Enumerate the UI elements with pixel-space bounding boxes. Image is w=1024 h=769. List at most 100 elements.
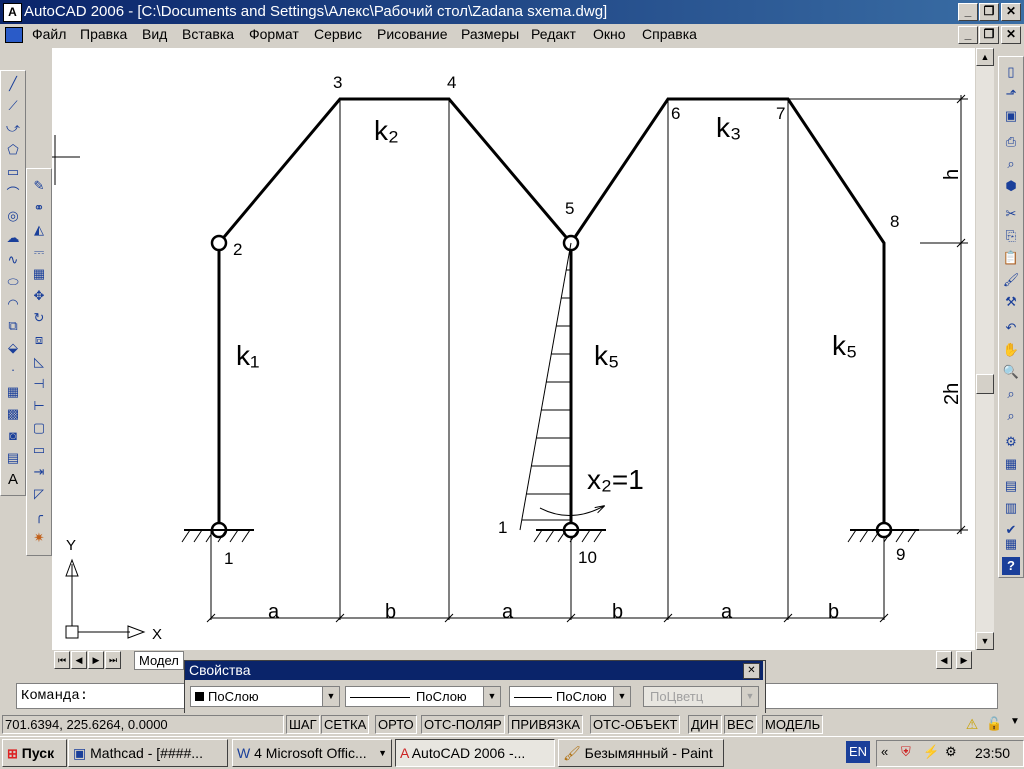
line-icon[interactable]: ╱ xyxy=(4,75,22,93)
calculator-icon[interactable]: ▦ xyxy=(1002,535,1020,553)
task-office[interactable]: W 4 Microsoft Offic... ▼ xyxy=(232,739,392,767)
block-editor-icon[interactable]: ⚒ xyxy=(1002,293,1020,311)
grid-toggle[interactable]: СЕТКА xyxy=(321,715,370,734)
hatch-icon[interactable]: ▦ xyxy=(4,383,22,401)
tab-model[interactable]: Модел xyxy=(134,651,184,670)
lineweight-select[interactable]: ПоСлою ▼ xyxy=(509,686,631,707)
linetype-dropdown-arrow[interactable]: ▼ xyxy=(483,687,500,706)
task-autocad[interactable]: A AutoCAD 2006 -... xyxy=(395,739,555,767)
snap-toggle[interactable]: ШАГ xyxy=(286,715,320,734)
plotstyle-dropdown-arrow[interactable]: ▼ xyxy=(741,687,758,706)
minimize-button[interactable]: _ xyxy=(958,3,978,21)
menu-tools[interactable]: Сервис xyxy=(314,26,362,42)
close-button[interactable]: ✕ xyxy=(1001,3,1021,21)
otrack-toggle[interactable]: ОТС-ОБЪЕКТ xyxy=(590,715,681,734)
autocad-app-icon[interactable]: A xyxy=(3,3,22,22)
mirror-icon[interactable]: ◭ xyxy=(30,221,48,239)
lock-icon[interactable]: 🔓 xyxy=(986,716,1002,732)
spline-icon[interactable]: ∿ xyxy=(4,251,22,269)
rectangle-icon[interactable]: ▭ xyxy=(4,163,22,181)
cut-icon[interactable]: ✂ xyxy=(1002,205,1020,223)
fillet-icon[interactable]: ╭ xyxy=(30,507,48,525)
scroll-up-button[interactable]: ▲ xyxy=(976,48,994,66)
trim-icon[interactable]: ⊣ xyxy=(30,375,48,393)
clock[interactable]: 23:50 xyxy=(975,745,1010,761)
publish-icon[interactable]: ⬢ xyxy=(1002,177,1020,195)
menu-modify[interactable]: Редакт xyxy=(531,26,576,42)
join-icon[interactable]: ⇥ xyxy=(30,463,48,481)
document-icon[interactable] xyxy=(5,27,23,43)
open-icon[interactable]: ⬏ xyxy=(1002,85,1020,103)
doc-restore-button[interactable]: ❐ xyxy=(979,26,999,44)
erase-icon[interactable]: ✎ xyxy=(30,177,48,195)
network-icon[interactable]: ⚡ xyxy=(923,744,939,760)
copy-icon[interactable]: ⚭ xyxy=(30,199,48,217)
menu-view[interactable]: Вид xyxy=(142,26,167,42)
explode-icon[interactable]: ✷ xyxy=(30,529,48,547)
paste-icon[interactable]: 📋 xyxy=(1002,249,1020,267)
start-button[interactable]: ⊞ Пуск xyxy=(2,739,67,767)
vertical-scrollbar[interactable]: ▲ ▼ xyxy=(976,48,994,650)
menu-draw[interactable]: Рисование xyxy=(377,26,448,42)
doc-minimize-button[interactable]: _ xyxy=(958,26,978,44)
rotate-icon[interactable]: ↻ xyxy=(30,309,48,327)
zoom-realtime-icon[interactable]: 🔍 xyxy=(1002,363,1020,381)
color-select[interactable]: ПоСлою ▼ xyxy=(190,686,340,707)
insert-block-icon[interactable]: ⧉ xyxy=(4,317,22,335)
properties-icon[interactable]: ⚙ xyxy=(1002,433,1020,451)
save-icon[interactable]: ▣ xyxy=(1002,107,1020,125)
polar-toggle[interactable]: ОТС-ПОЛЯР xyxy=(421,715,505,734)
break-at-point-icon[interactable]: ▢ xyxy=(30,419,48,437)
tab-prev-button[interactable]: ◀ xyxy=(71,651,87,669)
task-paint[interactable]: 🖌 Безымянный - Paint xyxy=(558,739,724,767)
tab-first-button[interactable]: ⏮ xyxy=(54,651,70,669)
task-mathcad[interactable]: ▣ Mathcad - [####... xyxy=(68,739,228,767)
menu-insert[interactable]: Вставка xyxy=(182,26,234,42)
antivirus-icon[interactable]: ⛨ xyxy=(901,744,911,760)
zoom-window-icon[interactable]: ⌕ xyxy=(1002,385,1020,403)
tray-expand-icon[interactable]: « xyxy=(881,744,888,759)
match-properties-icon[interactable]: 🖌 xyxy=(1002,271,1020,289)
polygon-icon[interactable]: ⬠ xyxy=(4,141,22,159)
doc-close-button[interactable]: ✕ xyxy=(1001,26,1021,44)
menu-format[interactable]: Формат xyxy=(249,26,299,42)
menu-edit[interactable]: Правка xyxy=(80,26,127,42)
hscroll-left-button[interactable]: ◀ xyxy=(936,651,952,669)
help-icon[interactable]: ? xyxy=(1002,557,1020,575)
stretch-icon[interactable]: ◺ xyxy=(30,353,48,371)
array-icon[interactable]: ▦ xyxy=(30,265,48,283)
lwt-toggle[interactable]: ВЕС xyxy=(724,715,757,734)
revision-cloud-icon[interactable]: ☁ xyxy=(4,229,22,247)
table-icon[interactable]: ▤ xyxy=(4,449,22,467)
copy-clip-icon[interactable]: ⎘ xyxy=(1002,227,1020,245)
plot-icon[interactable]: ⎙ xyxy=(1002,133,1020,151)
coordinates-readout[interactable]: 701.6394, 225.6264, 0.0000 xyxy=(2,715,284,734)
scale-icon[interactable]: ⧈ xyxy=(30,331,48,349)
break-icon[interactable]: ▭ xyxy=(30,441,48,459)
new-icon[interactable]: ▯ xyxy=(1002,63,1020,81)
undo-icon[interactable]: ↶ xyxy=(1002,319,1020,337)
ellipse-arc-icon[interactable]: ◠ xyxy=(4,295,22,313)
menu-window[interactable]: Окно xyxy=(593,26,626,42)
pan-icon[interactable]: ✋ xyxy=(1002,341,1020,359)
menu-file[interactable]: Файл xyxy=(32,26,66,42)
tab-last-button[interactable]: ⏭ xyxy=(105,651,121,669)
plotstyle-select[interactable]: ПоЦветц ▼ xyxy=(643,686,759,707)
properties-close-button[interactable]: ✕ xyxy=(743,663,760,679)
mtext-icon[interactable]: A xyxy=(4,471,22,489)
ellipse-icon[interactable]: ⬭ xyxy=(4,273,22,291)
status-menu-arrow-icon[interactable]: ▼ xyxy=(1008,716,1022,732)
plot-preview-icon[interactable]: ⌕ xyxy=(1002,155,1020,173)
circle-icon[interactable]: ◎ xyxy=(4,207,22,225)
osnap-toggle[interactable]: ПРИВЯЗКА xyxy=(508,715,584,734)
hscroll-right-button[interactable]: ▶ xyxy=(956,651,972,669)
menu-dimension[interactable]: Размеры xyxy=(461,26,519,42)
make-block-icon[interactable]: ⬙ xyxy=(4,339,22,357)
region-icon[interactable]: ◙ xyxy=(4,427,22,445)
ortho-toggle[interactable]: ОРТО xyxy=(375,715,417,734)
design-center-icon[interactable]: ▦ xyxy=(1002,455,1020,473)
chamfer-icon[interactable]: ◸ xyxy=(30,485,48,503)
gradient-icon[interactable]: ▩ xyxy=(4,405,22,423)
tray-app-icon[interactable]: ⚙ xyxy=(945,744,957,760)
scroll-thumb[interactable] xyxy=(976,374,994,394)
